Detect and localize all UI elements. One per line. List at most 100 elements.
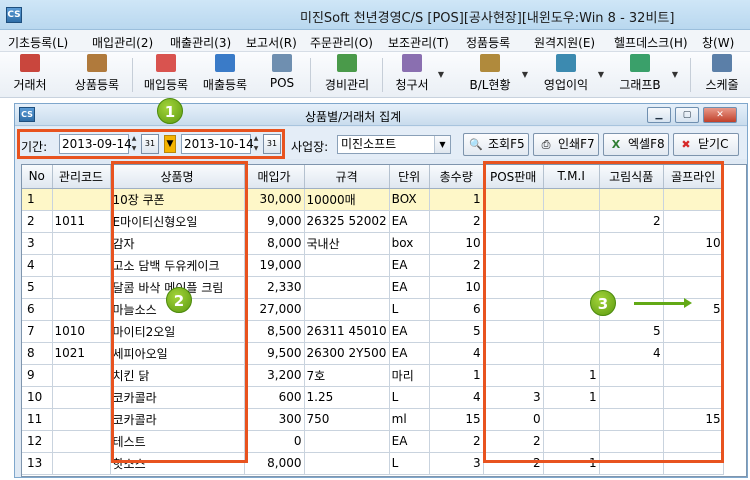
table-cell[interactable]: 2 <box>22 210 53 233</box>
table-cell[interactable]: 7 <box>22 320 53 343</box>
table-cell[interactable]: 26325 52002 <box>304 210 390 233</box>
menu-basic-register[interactable]: 기초등록(L) <box>8 34 68 51</box>
table-cell[interactable]: 10000매 <box>304 188 390 211</box>
table-cell[interactable]: 1011 <box>52 210 111 233</box>
date-from-spinner[interactable]: ▲ ▼ <box>129 134 139 154</box>
date-to-input[interactable]: 2013-10-14 <box>181 134 254 154</box>
toolbar-purchase-entry-button[interactable]: 매입등록 <box>138 54 194 96</box>
table-cell[interactable] <box>543 232 600 255</box>
table-cell[interactable]: 8,000 <box>244 452 305 475</box>
dropdown-arrow-icon[interactable]: ▼ <box>438 70 444 79</box>
table-cell[interactable]: 5 <box>22 276 53 299</box>
table-cell[interactable]: box <box>389 232 430 255</box>
table-cell[interactable] <box>304 254 390 277</box>
close-button[interactable]: ✖ 닫기C <box>673 133 739 156</box>
table-cell[interactable] <box>663 386 724 409</box>
table-cell[interactable]: 19,000 <box>244 254 305 277</box>
table-cell[interactable]: 코카콜라 <box>110 408 245 431</box>
table-cell[interactable]: 9,000 <box>244 210 305 233</box>
table-cell[interactable]: ml <box>389 408 430 431</box>
calendar-icon[interactable]: 31 <box>141 134 159 154</box>
table-cell[interactable]: 2,330 <box>244 276 305 299</box>
table-cell[interactable] <box>483 364 544 387</box>
table-cell[interactable]: 27,000 <box>244 298 305 321</box>
search-button[interactable]: 🔍 조회F5 <box>463 133 529 156</box>
table-cell[interactable]: 치킨 닭 <box>110 364 245 387</box>
table-cell[interactable] <box>52 386 111 409</box>
table-cell[interactable]: 감자 <box>110 232 245 255</box>
dropdown-arrow-icon[interactable]: ▼ <box>672 70 678 79</box>
minimize-icon[interactable]: ▁ <box>647 107 671 123</box>
toolbar-schedule-button[interactable]: 스케줄 <box>698 54 746 96</box>
table-cell[interactable]: 15 <box>429 408 484 431</box>
table-cell[interactable] <box>599 408 664 431</box>
table-cell[interactable] <box>599 232 664 255</box>
table-cell[interactable]: 3 <box>22 232 53 255</box>
table-cell[interactable] <box>663 254 724 277</box>
table-cell[interactable]: 2 <box>429 254 484 277</box>
table-cell[interactable] <box>599 188 664 211</box>
table-cell[interactable] <box>483 342 544 365</box>
column-header[interactable]: No <box>22 165 53 189</box>
table-row[interactable]: 3 감자 8,000 국내산 box 10 10 <box>22 232 724 255</box>
table-cell[interactable] <box>304 430 390 453</box>
table-cell[interactable] <box>599 254 664 277</box>
calendar-icon[interactable]: 31 <box>263 134 281 154</box>
menu-license[interactable]: 정품등록 <box>466 34 510 51</box>
table-cell[interactable]: 2 <box>599 210 664 233</box>
table-cell[interactable] <box>599 430 664 453</box>
table-cell[interactable] <box>543 342 600 365</box>
table-cell[interactable]: 1 <box>429 188 484 211</box>
table-cell[interactable]: 6 <box>22 298 53 321</box>
table-cell[interactable]: 1 <box>429 364 484 387</box>
table-cell[interactable]: 4 <box>429 342 484 365</box>
toolbar-invoice-button[interactable]: 청구서 ▼ <box>390 54 444 96</box>
table-row[interactable]: 13 핫소스 8,000 L 3 2 1 <box>22 452 724 475</box>
table-cell[interactable] <box>599 364 664 387</box>
site-select[interactable]: 미진소프트 ▼ <box>337 135 451 154</box>
close-icon[interactable]: ✕ <box>703 107 737 123</box>
table-cell[interactable] <box>543 254 600 277</box>
column-header[interactable]: 매입가 <box>244 165 305 189</box>
table-row[interactable]: 9 치킨 닭 3,200 7호 마리 1 1 <box>22 364 724 387</box>
table-cell[interactable] <box>599 386 664 409</box>
table-cell[interactable] <box>483 210 544 233</box>
table-cell[interactable] <box>663 276 724 299</box>
table-cell[interactable]: BOX <box>389 188 430 211</box>
table-cell[interactable] <box>52 232 111 255</box>
table-cell[interactable]: EA <box>389 254 430 277</box>
table-cell[interactable]: 1 <box>22 188 53 211</box>
excel-button[interactable]: X 엑셀F8 <box>603 133 669 156</box>
column-header[interactable]: 규격 <box>304 165 390 189</box>
menu-purchase[interactable]: 매입관리(2) <box>92 34 153 51</box>
table-cell[interactable] <box>304 452 390 475</box>
table-cell[interactable] <box>52 452 111 475</box>
table-cell[interactable] <box>663 364 724 387</box>
table-cell[interactable] <box>52 298 111 321</box>
table-cell[interactable]: 1021 <box>52 342 111 365</box>
column-header[interactable]: 골프라인 <box>663 165 724 189</box>
table-cell[interactable] <box>52 430 111 453</box>
print-button[interactable]: ⎙ 인쇄F7 <box>533 133 599 156</box>
table-cell[interactable]: 국내산 <box>304 232 390 255</box>
table-cell[interactable]: 4 <box>429 386 484 409</box>
column-header[interactable]: POS판매 <box>483 165 544 189</box>
maximize-icon[interactable]: ▢ <box>675 107 699 123</box>
table-cell[interactable]: EA <box>389 210 430 233</box>
table-cell[interactable]: 1 <box>543 364 600 387</box>
table-cell[interactable] <box>52 408 111 431</box>
table-row[interactable]: 2 1011 E마이티신형오일 9,000 26325 52002 EA 2 2 <box>22 210 724 233</box>
table-cell[interactable]: 2 <box>429 210 484 233</box>
table-cell[interactable]: 핫소스 <box>110 452 245 475</box>
table-cell[interactable]: L <box>389 452 430 475</box>
toolbar-pos-button[interactable]: POS <box>262 54 302 96</box>
table-cell[interactable]: 5 <box>429 320 484 343</box>
table-cell[interactable] <box>52 276 111 299</box>
table-cell[interactable]: 10 <box>429 276 484 299</box>
table-cell[interactable] <box>52 364 111 387</box>
date-to-spinner[interactable]: ▲ ▼ <box>251 134 261 154</box>
table-cell[interactable]: 8 <box>22 342 53 365</box>
table-cell[interactable]: 9,500 <box>244 342 305 365</box>
table-row[interactable]: 5 달콤 바삭 메이플 크림 2,330 EA 10 <box>22 276 724 299</box>
table-cell[interactable] <box>483 188 544 211</box>
